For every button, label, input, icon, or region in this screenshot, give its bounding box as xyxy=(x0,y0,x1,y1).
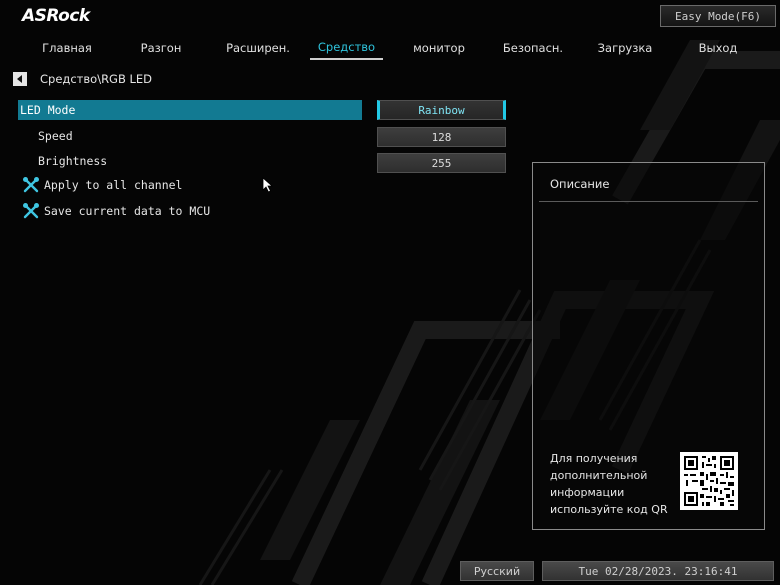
tab-security[interactable]: Безопасн. xyxy=(488,36,578,60)
tab-exit[interactable]: Выход xyxy=(673,36,763,60)
divider xyxy=(539,201,758,202)
mouse-cursor-icon xyxy=(262,177,274,193)
speed-value[interactable]: 128 xyxy=(377,127,506,147)
breadcrumb: Средство\RGB LED xyxy=(40,72,153,86)
description-title: Описание xyxy=(550,177,610,191)
tab-main[interactable]: Главная xyxy=(18,36,116,60)
setting-label: Speed xyxy=(38,129,73,143)
tab-advanced[interactable]: Расширен. xyxy=(213,36,303,60)
action-save-to-mcu[interactable]: Save current data to MCU xyxy=(18,201,362,221)
action-label: Save current data to MCU xyxy=(44,204,211,218)
led-mode-value[interactable]: Rainbow xyxy=(377,100,506,120)
asrock-logo: ASRock xyxy=(22,6,90,26)
setting-speed[interactable]: Speed xyxy=(18,126,362,146)
tools-icon xyxy=(23,203,39,219)
setting-label: Brightness xyxy=(38,154,108,168)
tools-icon xyxy=(23,177,39,193)
qr-code-icon xyxy=(680,452,738,510)
main-tabs: Главная Разгон Расширен. Средство монито… xyxy=(18,36,778,60)
easy-mode-button[interactable]: Easy Mode(F6) xyxy=(660,5,776,27)
setting-label: LED Mode xyxy=(20,103,76,117)
arrow-left-icon xyxy=(17,75,22,83)
qr-info-text: Для получения дополнительной информации … xyxy=(550,452,668,516)
tab-overclock[interactable]: Разгон xyxy=(116,36,206,60)
brightness-value[interactable]: 255 xyxy=(377,153,506,173)
action-apply-all-channel[interactable]: Apply to all channel xyxy=(18,175,362,195)
action-label: Apply to all channel xyxy=(44,178,183,192)
datetime-display: Tue 02/28/2023. 23:16:41 xyxy=(542,561,774,581)
description-panel: Описание Для получения дополнительной ин… xyxy=(532,162,765,530)
tab-boot[interactable]: Загрузка xyxy=(580,36,670,60)
back-button[interactable] xyxy=(13,72,27,86)
tab-tool[interactable]: Средство xyxy=(310,36,383,60)
setting-led-mode[interactable]: LED Mode xyxy=(18,100,362,120)
tab-monitor[interactable]: монитор xyxy=(394,36,484,60)
setting-brightness[interactable]: Brightness xyxy=(18,151,362,171)
language-button[interactable]: Русский xyxy=(460,561,534,581)
